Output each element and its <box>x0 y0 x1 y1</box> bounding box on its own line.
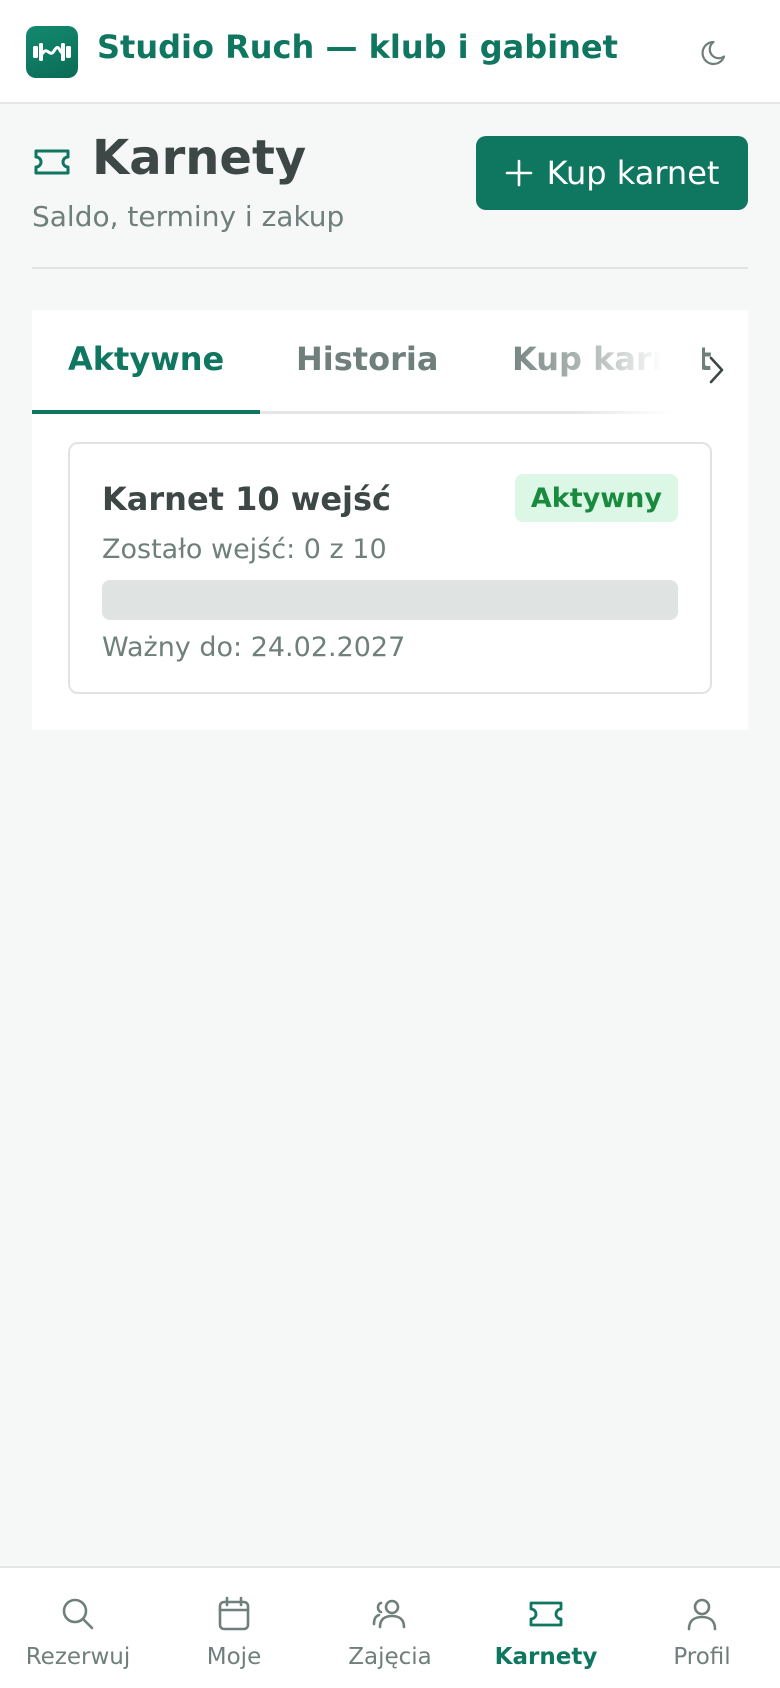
nav-item-classes[interactable]: Zajęcia <box>312 1568 468 1688</box>
app-root: Studio Ruch — klub i gabinet Karnety Sal… <box>0 0 780 1688</box>
plus-icon <box>505 159 532 187</box>
group-icon <box>372 1599 406 1629</box>
ticket-icon <box>529 1601 563 1627</box>
header-divider <box>32 267 748 269</box>
nav-label: Karnety <box>494 1644 598 1670</box>
active-tab-indicator <box>32 410 260 414</box>
chevron-right-icon <box>709 356 724 384</box>
pass-card[interactable]: Karnet 10 wejść Aktywny Zostało wejść: 0… <box>68 442 712 694</box>
nav-item-mine[interactable]: Moje <box>156 1568 312 1688</box>
nav-label: Moje <box>206 1644 262 1670</box>
bottom-nav: Rezerwuj Moje Zajęcia Karnety Profil <box>0 1566 780 1688</box>
calendar-icon <box>218 1596 250 1631</box>
remaining-entries: Zostało wejść: 0 z 10 <box>102 534 387 565</box>
dumbbell-icon[interactable] <box>26 26 78 78</box>
user-icon <box>687 1598 717 1631</box>
buy-pass-button[interactable]: Kup karnet <box>476 136 748 210</box>
passes-panel: Aktywne Historia Kup karnet Karnet 10 we… <box>32 310 748 730</box>
theme-toggle-button[interactable] <box>694 30 738 74</box>
ticket-icon <box>32 146 72 182</box>
moon-icon <box>701 40 726 66</box>
nav-item-profile[interactable]: Profil <box>624 1568 780 1688</box>
buy-pass-button-label: Kup karnet <box>546 154 720 192</box>
nav-item-book[interactable]: Rezerwuj <box>0 1568 156 1688</box>
top-bar: Studio Ruch — klub i gabinet <box>0 0 780 104</box>
entries-progress-bar <box>102 580 678 620</box>
tab-history[interactable]: Historia <box>296 340 438 414</box>
tabs-scroll-right-button[interactable] <box>692 340 740 400</box>
search-icon <box>62 1598 94 1630</box>
app-title: Studio Ruch — klub i gabinet <box>97 28 618 66</box>
tab-active[interactable]: Aktywne <box>68 340 224 414</box>
page-title: Karnety <box>92 130 307 186</box>
nav-label: Rezerwuj <box>25 1644 131 1670</box>
tabs-bar: Aktywne Historia Kup karnet <box>32 310 748 414</box>
page-header: Karnety Saldo, terminy i zakup Kup karne… <box>32 130 748 270</box>
nav-label: Profil <box>673 1644 731 1670</box>
page-subtitle: Saldo, terminy i zakup <box>32 200 345 233</box>
nav-item-passes[interactable]: Karnety <box>468 1568 624 1688</box>
tab-buy-pass[interactable]: Kup karnet <box>512 340 712 414</box>
status-badge: Aktywny <box>514 474 678 522</box>
valid-until: Ważny do: 24.02.2027 <box>102 632 406 663</box>
pass-name: Karnet 10 wejść <box>102 480 392 518</box>
nav-label: Zajęcia <box>348 1644 432 1670</box>
